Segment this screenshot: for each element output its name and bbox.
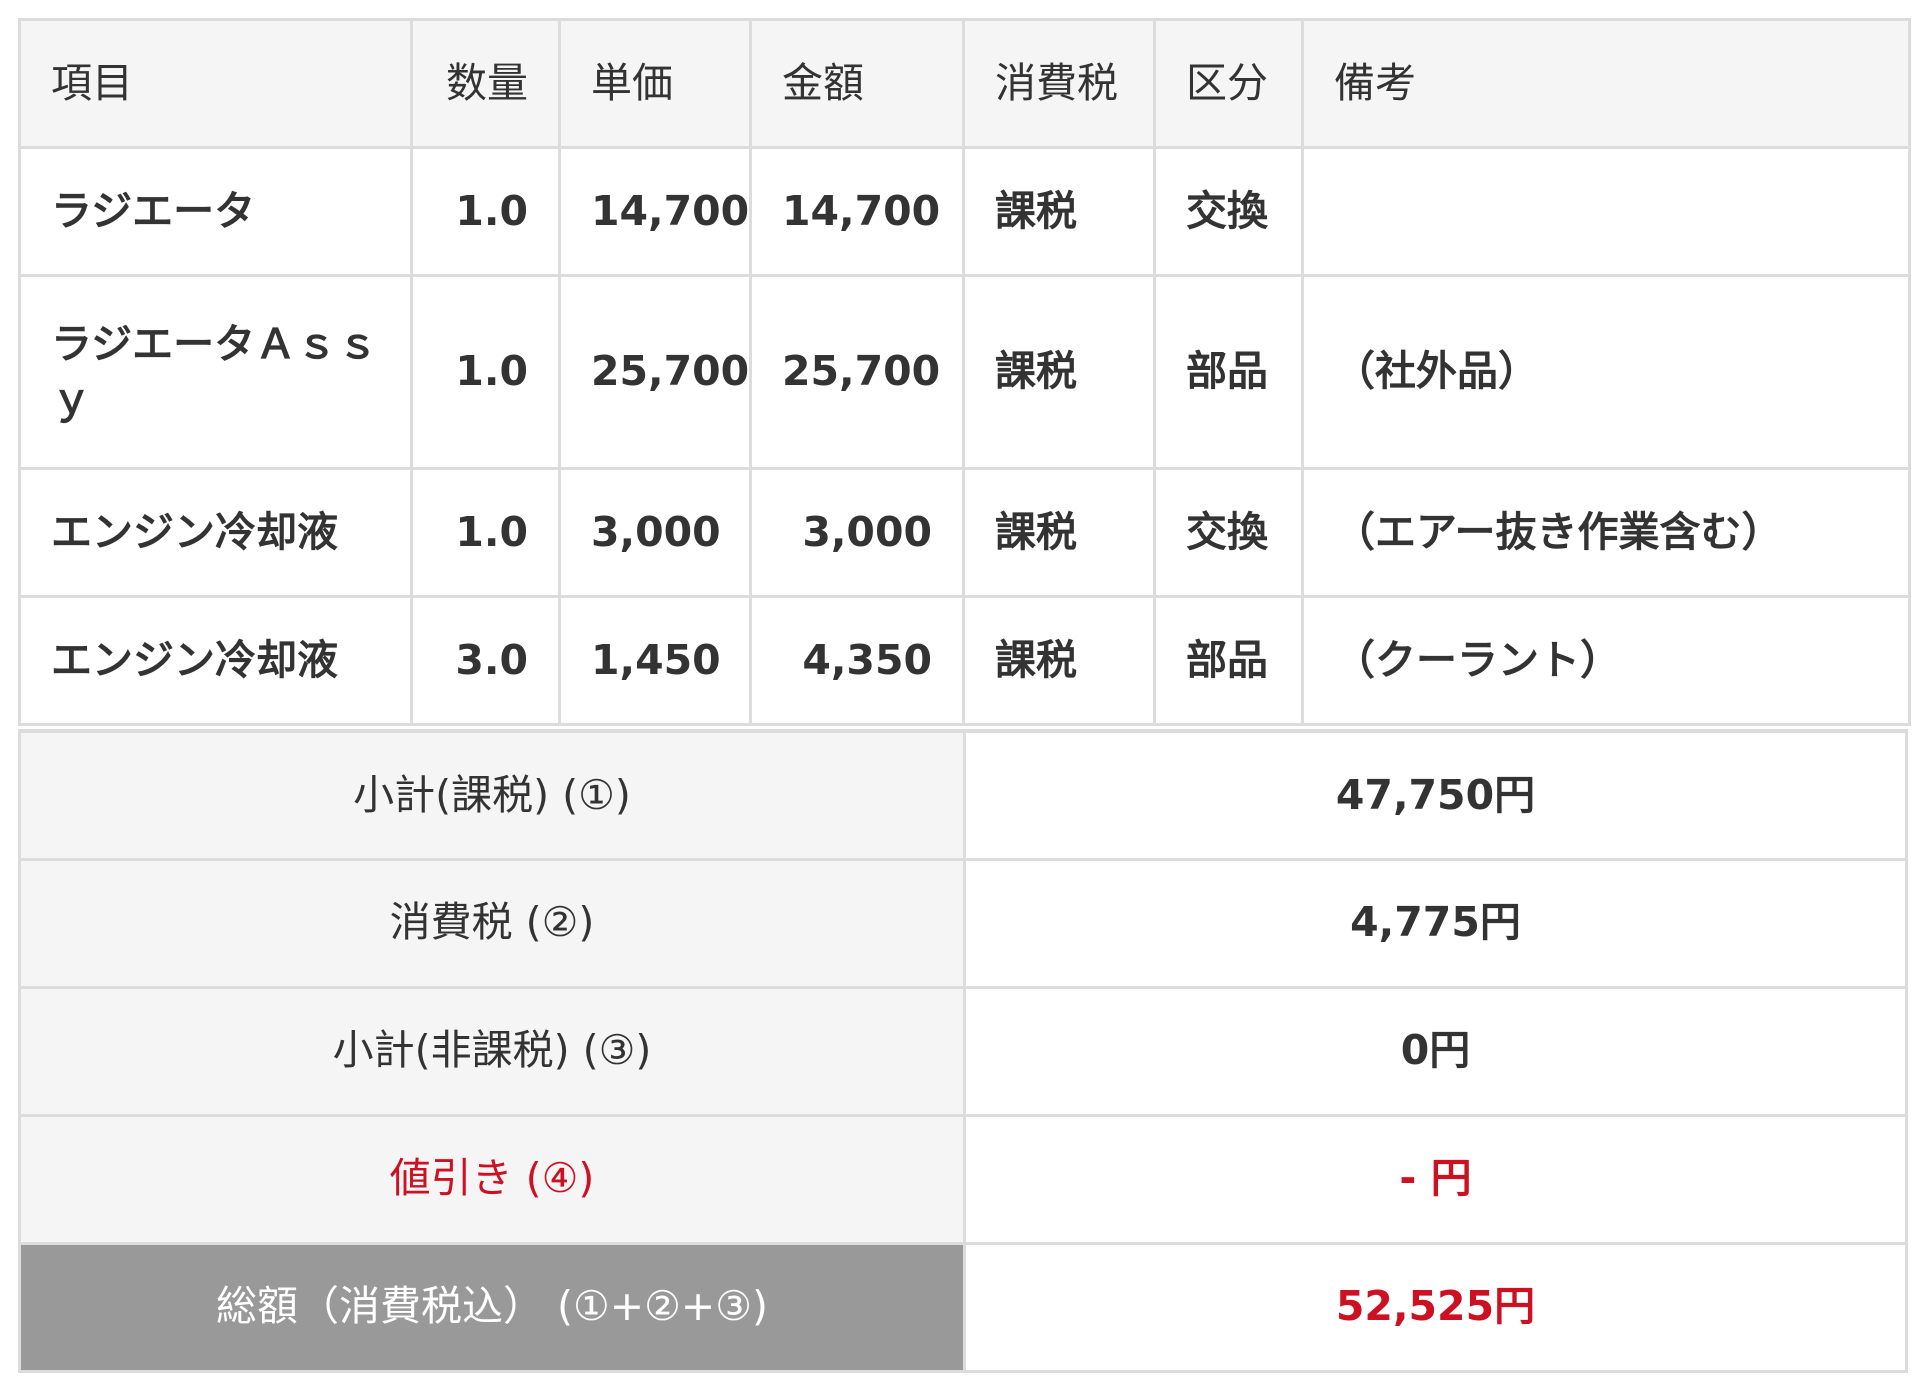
header-note: 備考 — [1301, 18, 1911, 149]
qty-cell: 1.0 — [410, 146, 561, 277]
note-cell: （エアー抜き作業含む） — [1301, 467, 1911, 598]
subtotal-taxable-value: 47,750円 — [963, 729, 1908, 861]
item-cell: エンジン冷却液 — [18, 467, 413, 598]
note-cell: （社外品） — [1301, 274, 1911, 470]
qty-cell: 1.0 — [410, 467, 561, 598]
header-qty: 数量 — [410, 18, 561, 149]
consumption-tax-label: 消費税 (②) — [18, 857, 966, 989]
qty-cell: 1.0 — [410, 274, 561, 470]
subtotal-nontaxable-label: 小計(非課税) (③) — [18, 985, 966, 1117]
amount-cell: 14,700 — [749, 146, 965, 277]
qty-cell: 3.0 — [410, 595, 561, 726]
unit-price-cell: 14,700 — [558, 146, 752, 277]
total-label: 総額（消費税込） (①+②+③) — [18, 1241, 966, 1373]
total-value: 52,525円 — [963, 1241, 1908, 1373]
consumption-tax-row: 消費税 (②) 4,775円 — [18, 857, 1908, 989]
header-unit-price: 単価 — [558, 18, 752, 149]
table-row: ラジエータ 1.0 14,700 14,700 課税 交換 — [18, 146, 1911, 277]
amount-cell: 25,700 — [749, 274, 965, 470]
table-row: エンジン冷却液 1.0 3,000 3,000 課税 交換 （エアー抜き作業含む… — [18, 467, 1911, 598]
tax-cell: 課税 — [962, 595, 1156, 726]
note-cell — [1301, 146, 1911, 277]
subtotal-nontaxable-value: 0円 — [963, 985, 1908, 1117]
estimate-items-table: 項目 数量 単価 金額 消費税 区分 備考 ラジエータ 1.0 14,700 1… — [18, 18, 1911, 726]
table-header-row: 項目 数量 単価 金額 消費税 区分 備考 — [18, 18, 1911, 149]
amount-cell: 3,000 — [749, 467, 965, 598]
table-row: ラジエータＡｓｓｙ 1.0 25,700 25,700 課税 部品 （社外品） — [18, 274, 1911, 470]
category-cell: 交換 — [1153, 146, 1304, 277]
item-cell: ラジエータＡｓｓｙ — [18, 274, 413, 470]
discount-label: 値引き (④) — [18, 1113, 966, 1245]
header-item: 項目 — [18, 18, 413, 149]
discount-row: 値引き (④) - 円 — [18, 1113, 1908, 1245]
category-cell: 部品 — [1153, 595, 1304, 726]
category-cell: 交換 — [1153, 467, 1304, 598]
subtotal-taxable-row: 小計(課税) (①) 47,750円 — [18, 729, 1908, 861]
tax-cell: 課税 — [962, 274, 1156, 470]
subtotal-taxable-label: 小計(課税) (①) — [18, 729, 966, 861]
discount-value: - 円 — [963, 1113, 1908, 1245]
total-row: 総額（消費税込） (①+②+③) 52,525円 — [18, 1241, 1908, 1373]
tax-cell: 課税 — [962, 467, 1156, 598]
unit-price-cell: 3,000 — [558, 467, 752, 598]
header-amount: 金額 — [749, 18, 965, 149]
tax-cell: 課税 — [962, 146, 1156, 277]
estimate-summary-table: 小計(課税) (①) 47,750円 消費税 (②) 4,775円 小計(非課税… — [18, 729, 1908, 1373]
header-category: 区分 — [1153, 18, 1304, 149]
item-cell: ラジエータ — [18, 146, 413, 277]
subtotal-nontaxable-row: 小計(非課税) (③) 0円 — [18, 985, 1908, 1117]
header-tax: 消費税 — [962, 18, 1156, 149]
unit-price-cell: 1,450 — [558, 595, 752, 726]
note-cell: （クーラント） — [1301, 595, 1911, 726]
table-row: エンジン冷却液 3.0 1,450 4,350 課税 部品 （クーラント） — [18, 595, 1911, 726]
amount-cell: 4,350 — [749, 595, 965, 726]
unit-price-cell: 25,700 — [558, 274, 752, 470]
consumption-tax-value: 4,775円 — [963, 857, 1908, 989]
category-cell: 部品 — [1153, 274, 1304, 470]
item-cell: エンジン冷却液 — [18, 595, 413, 726]
